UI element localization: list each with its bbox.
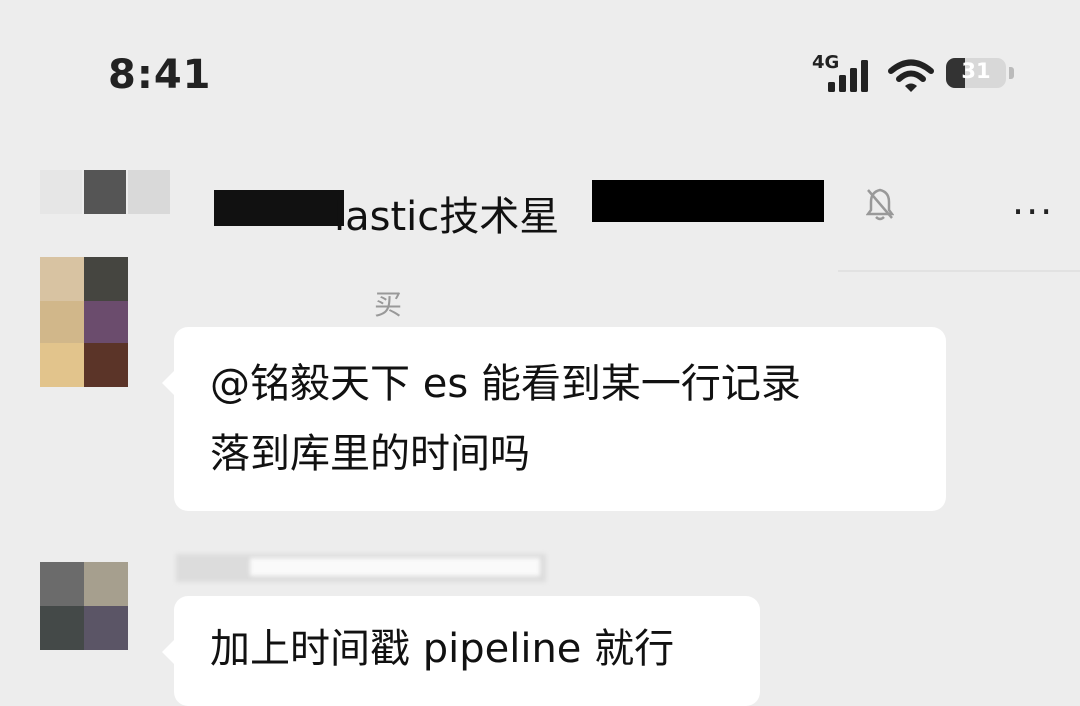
message-bubble[interactable]: @铭毅天下 es 能看到某一行记录 落到库里的时间吗 — [162, 327, 946, 511]
message-line: @铭毅天下 es 能看到某一行记录 — [210, 361, 801, 407]
message-item: 买 @铭毅天下 es 能看到某一行记录 落到库里的时间吗 — [0, 257, 1080, 517]
avatar[interactable] — [40, 562, 128, 650]
battery-tip — [1009, 67, 1014, 79]
status-time: 8:41 — [108, 52, 212, 98]
battery-percent: 31 — [961, 59, 991, 83]
avatar-cell — [40, 257, 84, 301]
redaction-smear — [250, 558, 540, 576]
avatar-cell — [40, 343, 84, 387]
message-bubble[interactable]: 加上时间戳 pipeline 就行 — [162, 596, 760, 706]
signal-icon — [828, 60, 868, 92]
avatar-cell — [84, 343, 128, 387]
chat-title-text: lastic技术星 — [334, 194, 560, 240]
avatar[interactable] — [40, 257, 128, 387]
wifi-icon — [888, 59, 934, 92]
message-item: 加上时间戳 pipeline 就行 — [0, 548, 1080, 706]
message-line: 加上时间戳 pipeline 就行 — [210, 626, 675, 672]
mute-bell-icon — [866, 188, 894, 221]
more-icon[interactable]: ··· — [1012, 190, 1054, 234]
avatar-cell — [40, 562, 84, 606]
battery-indicator: 31 — [946, 58, 1006, 88]
avatar-cell — [84, 257, 128, 301]
avatar-cell — [84, 301, 128, 345]
group-avatar[interactable] — [40, 170, 170, 214]
chat-title[interactable]: lastic技术星 — [214, 178, 834, 240]
avatar-cell — [84, 606, 128, 650]
redaction-bar — [592, 180, 824, 222]
message-line: 落到库里的时间吗 — [210, 431, 530, 477]
sender-name: 买 — [374, 288, 403, 321]
chat-header: lastic技术星 ··· — [0, 160, 1080, 272]
avatar-cell — [40, 606, 84, 650]
avatar-cell — [40, 301, 84, 345]
avatar-cell — [84, 562, 128, 606]
redaction-bar — [214, 190, 344, 226]
status-icons: 4G 31 — [812, 52, 1022, 96]
